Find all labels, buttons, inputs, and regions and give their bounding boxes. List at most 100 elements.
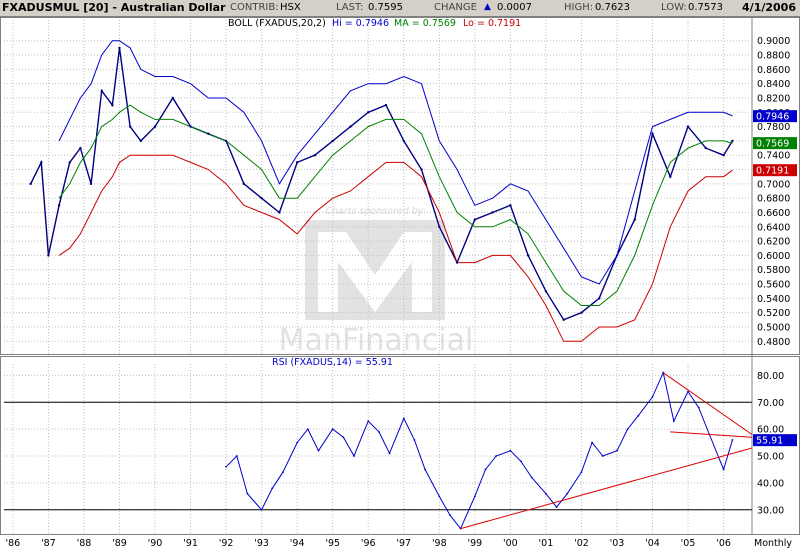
rsi-point [402, 417, 405, 420]
price-value-tag-label: 0.7191 [756, 166, 789, 177]
price-point [313, 154, 317, 157]
price-point [731, 139, 734, 143]
price-y-tick-label: 0.7400 [757, 151, 790, 162]
rsi-point [545, 492, 547, 495]
rsi-y-tick-label: 80.00 [757, 371, 784, 382]
rsi-point [260, 508, 263, 511]
price-point [367, 111, 370, 114]
rsi-point [413, 439, 416, 441]
rsi-point [331, 428, 334, 431]
period-label: Monthly [754, 538, 792, 549]
price-point [651, 132, 654, 135]
price-point [420, 168, 423, 171]
x-tick-label: '96 [361, 538, 376, 549]
rsi-point [495, 455, 498, 457]
price-point [100, 89, 103, 93]
price-point [384, 103, 388, 107]
rsi-point [317, 449, 320, 452]
rsi-point [591, 441, 593, 444]
rsi-point [282, 471, 284, 474]
price-point [242, 182, 246, 186]
rsi-y-tick-label: 30.00 [757, 505, 784, 516]
rsi-point [530, 476, 533, 479]
price-y-tick-label: 0.8600 [757, 65, 790, 76]
price-point [402, 139, 405, 143]
price-point [598, 297, 601, 300]
price-point [207, 132, 210, 135]
rsi-point [449, 514, 451, 517]
price-y-tick-label: 0.9000 [757, 36, 790, 47]
price-point [171, 96, 174, 100]
rsi-point [271, 487, 274, 490]
price-y-tick-label: 0.6200 [757, 237, 790, 248]
boll-legend-lo: Lo = 0.7191 [463, 18, 521, 29]
price-point [331, 139, 334, 143]
price-point [79, 146, 82, 150]
rsi-y-tick-label: 70.00 [757, 398, 784, 409]
rsi-point [555, 506, 558, 509]
price-y-tick-label: 0.5200 [757, 308, 790, 319]
x-tick-label: '89 [112, 538, 127, 549]
x-tick-label: '88 [77, 538, 92, 549]
price-point [349, 125, 352, 128]
price-point [189, 125, 192, 128]
x-tick-label: '00 [503, 538, 518, 549]
rsi-point [722, 468, 725, 471]
rsi-point [509, 449, 512, 452]
rsi-y-tick-label: 60.00 [757, 425, 784, 436]
price-point [544, 289, 548, 293]
rsi-point [353, 455, 355, 457]
rsi-point [601, 455, 604, 457]
rsi-point [580, 471, 583, 474]
price-point [118, 46, 121, 50]
price-y-tick-label: 0.4800 [757, 337, 790, 348]
price-y-tick-label: 0.7800 [757, 122, 790, 133]
price-y-tick-label: 0.5400 [757, 294, 790, 305]
x-tick-label: '93 [254, 538, 269, 549]
rsi-point [651, 395, 654, 398]
price-point [139, 139, 143, 143]
chart-canvas: Charts sponsored by: ManFinancial '86 '87… [0, 17, 800, 550]
x-tick-label: '92 [219, 538, 234, 549]
price-value-tag-label: 0.7946 [756, 112, 789, 123]
price-y-tick-label: 0.6600 [757, 208, 790, 219]
price-point [669, 175, 672, 178]
x-tick-label: '01 [539, 538, 554, 549]
price-point [224, 139, 228, 143]
rsi-point [296, 441, 299, 444]
price-point [491, 211, 494, 214]
rsi-point [616, 449, 618, 452]
rsi-point [637, 414, 640, 417]
rsi-point [473, 495, 476, 498]
rsi-point [438, 495, 441, 498]
rsi-point [246, 492, 249, 495]
price-point [509, 204, 512, 207]
rsi-y-tick-label: 50.00 [757, 452, 784, 463]
price-y-tick-label: 0.8200 [757, 93, 790, 104]
price-y-tick-label: 0.5000 [757, 322, 790, 333]
rsi-legend: RSI (FXADUS,14) = 55.91 [272, 357, 393, 368]
price-point [68, 161, 71, 164]
x-tick-label: '95 [325, 538, 340, 549]
boll-legend-ma: MA = 0.7569 [394, 18, 456, 29]
x-tick-label: '94 [290, 538, 305, 549]
watermark: Charts sponsored by: ManFinancial [279, 206, 474, 358]
price-point [57, 204, 61, 207]
x-tick-label: '97 [396, 538, 411, 549]
price-y-tick-label: 0.6400 [757, 222, 790, 233]
price-point [153, 125, 157, 128]
x-tick-label: '05 [681, 538, 696, 549]
x-tick-label: '87 [41, 538, 56, 549]
rsi-point [697, 406, 700, 409]
x-tick-label: '02 [574, 538, 589, 549]
rsi-y-tick-label: 40.00 [757, 478, 784, 489]
x-tick-label: '99 [467, 538, 482, 549]
rsi-point [377, 430, 380, 433]
price-y-tick-label: 0.5800 [757, 265, 790, 276]
x-tick-label: '98 [432, 538, 447, 549]
rsi-point [235, 455, 238, 457]
x-tick-label: '06 [716, 538, 731, 549]
price-y-tick-label: 0.7000 [757, 179, 790, 190]
rsi-point [520, 460, 522, 463]
price-point [111, 103, 114, 107]
